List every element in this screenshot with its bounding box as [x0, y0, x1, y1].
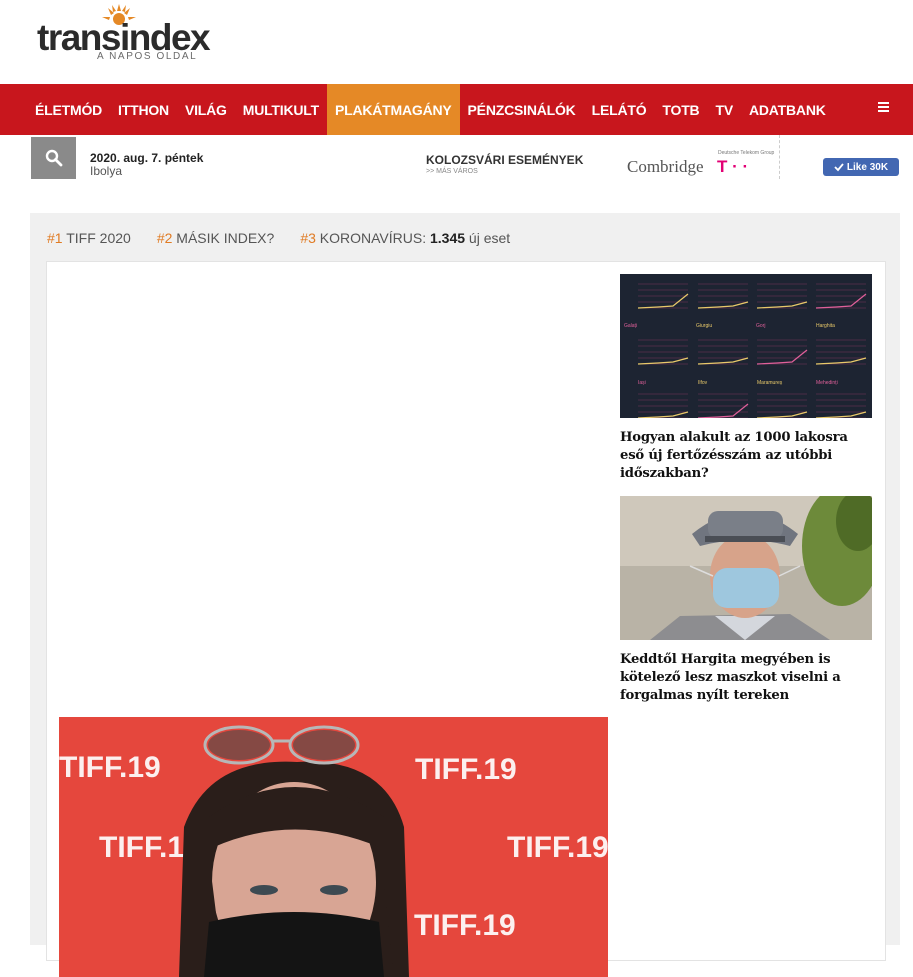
- trending-item[interactable]: #1 TIFF 2020: [47, 230, 131, 246]
- featured-article-image[interactable]: TIFF.19 TIFF.19 TIFF.19 TIFF.19 TIFF.19: [59, 717, 608, 977]
- facebook-like-button[interactable]: Like 30K: [823, 158, 899, 176]
- chart-label: Mehedinți: [816, 380, 838, 386]
- article-thumbnail: Galați Giurgiu Gorj Harghita Iași Ilfov …: [620, 274, 872, 418]
- nav-item-totb[interactable]: TOTB: [654, 84, 707, 135]
- logo-tagline: A NAPOS OLDAL: [97, 51, 198, 62]
- article-thumbnail: [620, 496, 872, 640]
- nav-item-tv[interactable]: TV: [707, 84, 741, 135]
- search-button[interactable]: [31, 137, 76, 179]
- backdrop-text: TIFF.19: [415, 753, 517, 786]
- articles-panel: Galați Giurgiu Gorj Harghita Iași Ilfov …: [46, 261, 886, 977]
- like-label: Like 30K: [846, 161, 889, 173]
- trend-suffix: új eset: [468, 230, 511, 246]
- article-title[interactable]: Hogyan alakult az 1000 lakosra eső új fe…: [620, 429, 872, 483]
- chart-label: Ilfov: [698, 380, 708, 386]
- nav-item-eletmod[interactable]: ÉLETMÓD: [0, 84, 110, 135]
- nav-item-itthon[interactable]: ITTHON: [110, 84, 177, 135]
- trend-label: TIFF 2020: [66, 230, 131, 246]
- other-city-link[interactable]: >> MÁS VÁROS: [426, 168, 478, 175]
- utility-bar: 2020. aug. 7. péntek Ibolya KOLOZSVÁRI E…: [0, 135, 913, 185]
- trending-item[interactable]: #2 MÁSIK INDEX?: [157, 230, 275, 246]
- nav-item-lelato[interactable]: LELÁTÓ: [584, 84, 655, 135]
- side-article[interactable]: Galați Giurgiu Gorj Harghita Iași Ilfov …: [620, 274, 872, 483]
- backdrop-text: TIFF.19: [507, 831, 608, 864]
- backdrop-text: TIFF.19: [414, 909, 516, 942]
- nav-item-plakatmagany[interactable]: PLAKÁTMAGÁNY: [326, 84, 460, 135]
- content-area: #1 TIFF 2020 #2 MÁSIK INDEX? #3 KORONAVÍ…: [30, 213, 900, 977]
- trending-bar: #1 TIFF 2020 #2 MÁSIK INDEX? #3 KORONAVÍ…: [47, 230, 510, 246]
- check-icon: [834, 163, 844, 172]
- divider: [779, 135, 780, 179]
- trend-number: #3: [300, 230, 316, 246]
- main-nav: ÉLETMÓD ITTHON VILÁG MULTIKULT PLAKÁTMAG…: [0, 84, 913, 135]
- telekom-logo: T · ·: [717, 157, 749, 176]
- side-article[interactable]: Keddtől Hargita megyében is kötelező les…: [620, 496, 872, 705]
- masked-man-photo: [620, 496, 872, 640]
- nav-item-multikult[interactable]: MULTIKULT: [235, 84, 327, 135]
- chart-label: Iași: [638, 380, 646, 386]
- trend-number: #1: [47, 230, 63, 246]
- sponsor-group: Deutsche Telekom Group: [718, 150, 775, 156]
- search-icon: [45, 149, 62, 167]
- nav-item-adatbank[interactable]: ADATBANK: [741, 84, 834, 135]
- site-header: transindex A NAPOS OLDAL: [0, 0, 913, 84]
- nav-item-vilag[interactable]: VILÁG: [177, 84, 235, 135]
- covid-chart-image: Galați Giurgiu Gorj Harghita Iași Ilfov …: [620, 274, 872, 418]
- events-link[interactable]: KOLOZSVÁRI ESEMÉNYEK: [426, 153, 583, 167]
- chart-label: Maramureș: [757, 380, 783, 386]
- nav-item-penzcsinalok[interactable]: PÉNZCSINÁLÓK: [460, 84, 584, 135]
- current-date: 2020. aug. 7. péntek: [90, 151, 204, 165]
- sponsor-name: Combridge: [627, 157, 704, 176]
- chart-label: Galați: [624, 323, 637, 329]
- article-title[interactable]: Keddtől Hargita megyében is kötelező les…: [620, 651, 872, 705]
- hamburger-icon[interactable]: [878, 102, 889, 116]
- trend-count: 1.345: [429, 230, 466, 246]
- trend-number: #2: [156, 230, 173, 246]
- backdrop-text: TIFF.19: [59, 751, 161, 784]
- trend-label: KORONAVÍRUS:: [319, 230, 427, 246]
- nameday: Ibolya: [90, 164, 123, 178]
- trending-item[interactable]: #3 KORONAVÍRUS: 1.345 új eset: [300, 230, 510, 246]
- site-logo[interactable]: transindex A NAPOS OLDAL: [37, 4, 211, 66]
- trend-label: MÁSIK INDEX?: [176, 230, 275, 246]
- chart-label: Gorj: [756, 323, 765, 329]
- tiff-photo: TIFF.19 TIFF.19 TIFF.19 TIFF.19 TIFF.19: [59, 717, 608, 977]
- chart-label: Giurgiu: [696, 323, 712, 329]
- chart-label: Harghita: [816, 323, 835, 329]
- sponsor-banner[interactable]: Combridge Deutsche Telekom Group T · ·: [627, 149, 777, 183]
